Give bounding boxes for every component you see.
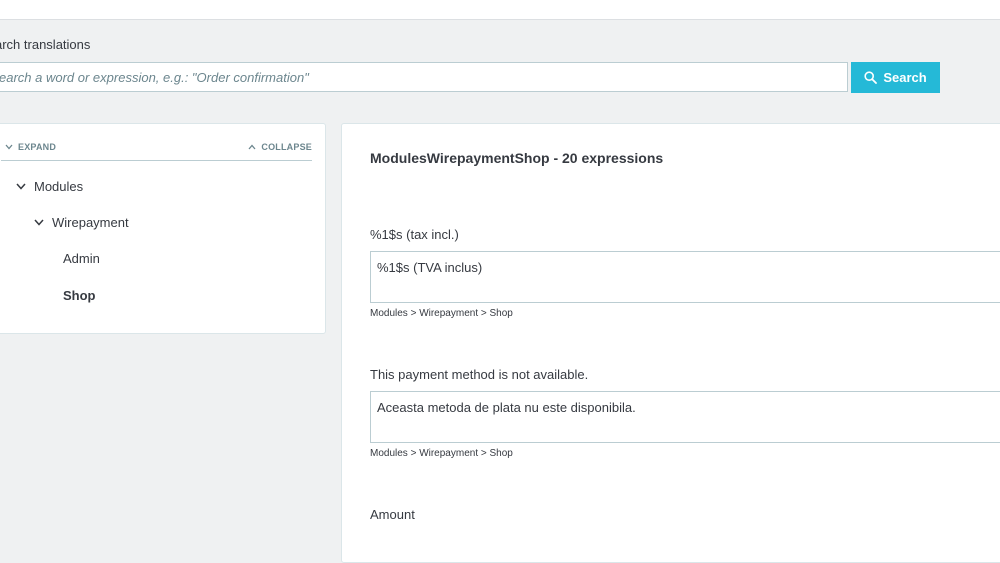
tree-node-modules[interactable]: Modules [16,179,83,194]
search-button[interactable]: Search [851,62,940,93]
tree-node-label: Wirepayment [52,215,129,230]
tree-node-admin[interactable]: Admin [63,251,100,266]
expression-path: Modules > Wirepayment > Shop [370,308,513,319]
panel-title: ModulesWirepaymentShop - 20 expressions [370,150,664,166]
search-icon [864,71,878,84]
search-input[interactable] [0,62,848,92]
expand-label: EXPAND [18,142,57,152]
chevron-down-icon [16,183,26,190]
collapse-all-link[interactable]: COLLAPSE [248,142,312,152]
expression-label: Amount [370,507,415,522]
search-translations-label: arch translations [0,37,91,52]
tree-node-label: Admin [63,251,100,266]
search-button-label: Search [883,70,927,85]
tree-node-wirepayment[interactable]: Wirepayment [34,215,129,230]
expression-path: Modules > Wirepayment > Shop [370,448,513,459]
collapse-label: COLLAPSE [261,142,312,152]
translation-field[interactable]: Aceasta metoda de plata nu este disponib… [370,391,1000,443]
expression-label: %1$s (tax incl.) [370,227,459,242]
translations-panel [341,123,1000,563]
tree-node-shop[interactable]: Shop [63,288,96,303]
top-bar [0,0,1000,20]
tree-node-label: Shop [63,288,96,303]
tree-controls: EXPAND COLLAPSE [1,124,312,161]
tree-node-label: Modules [34,179,84,194]
chevron-up-icon [248,144,256,150]
translation-field[interactable]: %1$s (TVA inclus) [370,251,1000,303]
expand-all-link[interactable]: EXPAND [5,142,56,152]
chevron-down-icon [5,144,13,150]
expression-label: This payment method is not available. [370,367,589,382]
chevron-down-icon [34,219,44,226]
